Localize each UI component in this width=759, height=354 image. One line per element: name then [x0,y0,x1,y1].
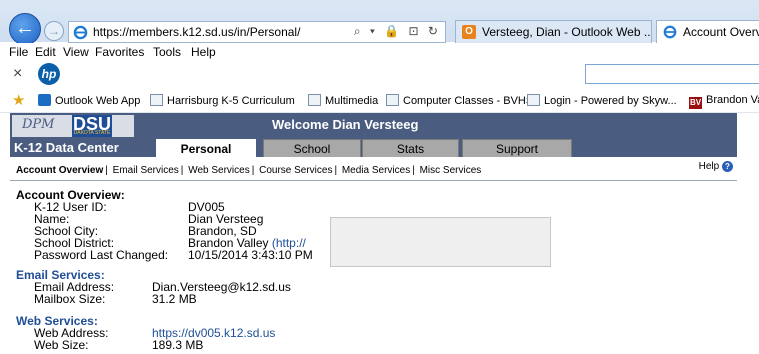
page-icon [150,94,163,106]
help-link[interactable]: Help ? [699,161,733,172]
address-controls[interactable]: ⌕ ▾ 🔒 ⊡ ↻ [354,24,441,39]
tab-title: Versteeg, Dian - Outlook Web ... [482,25,652,39]
favorite-login[interactable]: Login - Powered by Skyw... [527,94,677,107]
outlook-icon [38,94,51,106]
logo-dsu-subtext: DAKOTA STATE [73,130,111,136]
menu-file[interactable]: File [9,45,28,59]
favorite-harrisburg[interactable]: Harrisburg K-5 Curriculum [150,94,295,107]
favorite-label: Outlook Web App [55,95,141,107]
favorite-label: Computer Classes - BVHS [403,95,534,107]
favorite-brandon-valley[interactable]: BV Brandon Valley [689,94,759,109]
menu-edit[interactable]: Edit [35,45,56,59]
subnav-account-overview[interactable]: Account Overview [16,165,103,176]
forward-button[interactable]: → [44,21,64,41]
page-icon [308,94,321,106]
favorite-label: Multimedia [325,95,379,107]
tab-title: Account Overview [683,25,759,39]
menu-tools[interactable]: Tools [153,45,181,59]
favorites-bar: ★ Outlook Web App Harrisburg K-5 Curricu… [0,89,759,113]
menu-favorites[interactable]: Favorites [95,45,144,59]
toolbar-row: × hp [0,61,759,89]
ie-icon [73,25,88,40]
web-size-label: Web Size: [34,338,89,352]
address-bar[interactable]: https://members.k12.sd.us/in/Personal/ ⌕… [68,21,446,43]
ie-icon [663,25,677,39]
favorite-outlook[interactable]: Outlook Web App [38,94,140,107]
welcome-text: Welcome Dian Versteeg [272,117,419,132]
subnav-web-services[interactable]: Web Services [188,165,250,176]
mailbox-size-label: Mailbox Size: [34,292,106,306]
menu-help[interactable]: Help [191,45,216,59]
tab-school[interactable]: School [263,139,361,157]
back-button[interactable]: ← [9,13,41,45]
sub-navigation: Account Overview | Email Services | Web Se… [10,157,737,181]
favorite-label: Harrisburg K-5 Curriculum [167,95,295,107]
close-icon[interactable]: × [13,65,22,83]
favorite-multimedia[interactable]: Multimedia [308,94,378,107]
password-changed-label: Password Last Changed: [34,248,169,262]
password-changed-value: 10/15/2014 3:43:10 PM [188,248,313,262]
page-icon [386,94,399,106]
favorites-star-icon[interactable]: ★ [12,91,25,109]
outlook-icon: O [462,25,476,39]
help-icon: ? [722,161,733,172]
favorite-label: Login - Powered by Skyw... [544,95,677,107]
menu-bar: File Edit View Favorites Tools Help [0,43,759,61]
tab-support[interactable]: Support [462,139,572,157]
web-size-value: 189.3 MB [152,338,204,352]
tab-personal[interactable]: Personal [156,139,256,157]
tooltip-popup [330,217,551,267]
url-text: https://members.k12.sd.us/in/Personal/ [93,25,301,39]
dpm-dsu-logo[interactable]: DPM DSU DAKOTA STATE [12,115,134,137]
site-title: K-12 Data Center [14,140,119,155]
subnav-media-services[interactable]: Media Services [342,165,410,176]
browser-nav-bar: ← → https://members.k12.sd.us/in/Persona… [0,0,759,45]
favorite-label: Brandon Valley [706,94,759,106]
hp-logo-icon[interactable]: hp [38,63,60,85]
favorite-computer-classes[interactable]: Computer Classes - BVHS [386,94,533,107]
search-input[interactable] [585,64,759,84]
subnav-misc-services[interactable]: Misc Services [420,165,482,176]
tab-stats[interactable]: Stats [362,139,459,157]
tab-outlook[interactable]: O Versteeg, Dian - Outlook Web ... [455,20,652,43]
logo-dpm-text: DPM [22,117,55,132]
page-header: DPM DSU DAKOTA STATE Welcome Dian Verste… [10,113,737,157]
subnav-course-services[interactable]: Course Services [259,165,332,176]
tab-account-overview[interactable]: Account Overview [656,20,759,43]
subnav-email-services[interactable]: Email Services [113,165,179,176]
bv-icon: BV [689,97,702,109]
mailbox-size-value: 31.2 MB [152,292,197,306]
help-label: Help [698,161,720,172]
menu-view[interactable]: View [63,45,89,59]
page-icon [527,94,540,106]
